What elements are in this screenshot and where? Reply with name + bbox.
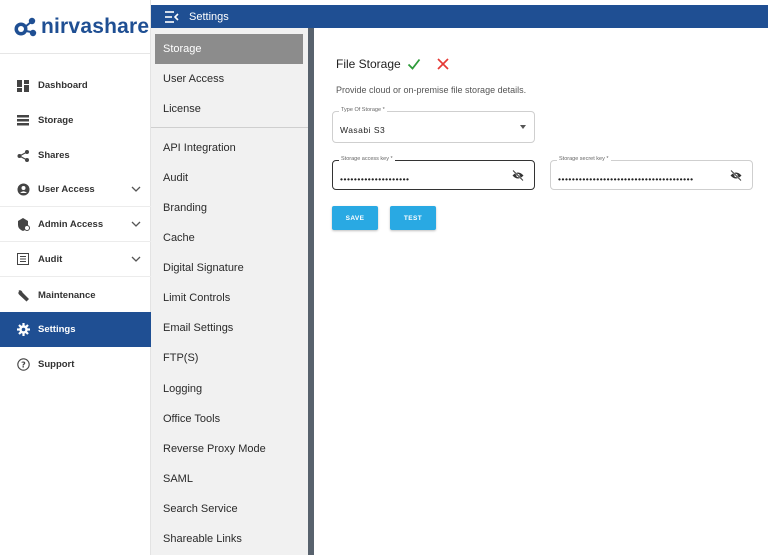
access-key-value: •••••••••••••••••••• xyxy=(340,174,410,184)
chevron-down-icon xyxy=(131,256,141,262)
settings-item-shareable-links[interactable]: Shareable Links xyxy=(151,524,308,554)
settings-menu: Storage User Access License API Integrat… xyxy=(151,28,314,555)
storage-list-icon xyxy=(16,114,30,128)
sidebar-item-audit[interactable]: Audit xyxy=(0,242,151,277)
settings-item-cache[interactable]: Cache xyxy=(151,223,308,253)
logo-share-icon xyxy=(14,17,37,36)
settings-item-office-tools[interactable]: Office Tools xyxy=(151,404,308,434)
settings-item-saml[interactable]: SAML xyxy=(151,464,308,494)
settings-item-logging[interactable]: Logging xyxy=(151,374,308,404)
settings-item-branding[interactable]: Branding xyxy=(151,193,308,223)
secret-key-value: ••••••••••••••••••••••••••••••••••••••• xyxy=(558,174,694,184)
sidebar-item-shares[interactable]: Shares xyxy=(0,138,151,173)
settings-item-audit[interactable]: Audit xyxy=(151,163,308,193)
sidebar-item-user-access[interactable]: User Access xyxy=(0,172,151,207)
gear-icon xyxy=(16,323,30,337)
sidebar-item-label: Audit xyxy=(38,253,63,265)
sidebar-item-label: Storage xyxy=(38,115,74,126)
admin-access-icon xyxy=(16,217,30,231)
sidebar-item-storage[interactable]: Storage xyxy=(0,103,151,138)
visibility-off-icon[interactable] xyxy=(730,170,742,181)
visibility-off-icon[interactable] xyxy=(512,170,524,181)
section-title: File Storage xyxy=(336,57,401,71)
settings-item-reverse-proxy-mode[interactable]: Reverse Proxy Mode xyxy=(151,434,308,464)
settings-item-email-settings[interactable]: Email Settings xyxy=(151,313,308,343)
sidebar-item-dashboard[interactable]: Dashboard xyxy=(0,68,151,103)
user-access-icon xyxy=(16,182,30,196)
sidebar-item-label: Support xyxy=(38,359,75,370)
help-icon: ? xyxy=(16,358,30,372)
app-logo[interactable]: nirvashare xyxy=(0,0,150,54)
section-description: Provide cloud or on-premise file storage… xyxy=(336,85,527,95)
settings-item-digital-signature[interactable]: Digital Signature xyxy=(151,253,308,283)
wrench-icon xyxy=(16,289,30,303)
chevron-down-icon xyxy=(131,221,141,227)
page-title: Settings xyxy=(189,10,229,23)
share-icon xyxy=(16,149,30,163)
settings-item-api-integration[interactable]: API Integration xyxy=(151,133,308,163)
settings-item-ftps[interactable]: FTP(S) xyxy=(151,343,308,373)
file-storage-form: File Storage Provide cloud or on-premise… xyxy=(320,28,768,555)
sidebar-item-settings[interactable]: Settings xyxy=(0,312,151,347)
main-sidebar: nirvashare Dashboard Storage Shares User… xyxy=(0,0,151,555)
audit-icon xyxy=(16,252,30,266)
storage-access-key-field[interactable]: Storage access key * •••••••••••••••••••… xyxy=(332,156,535,190)
save-button[interactable]: SAVE xyxy=(332,206,378,230)
sidebar-item-maintenance[interactable]: Maintenance xyxy=(0,278,151,313)
settings-menu-divider xyxy=(151,127,308,128)
sidebar-item-label: Shares xyxy=(38,150,70,161)
sidebar-item-label: User Access xyxy=(38,183,95,195)
storage-secret-key-field[interactable]: Storage secret key * •••••••••••••••••••… xyxy=(550,156,753,190)
chevron-down-icon xyxy=(131,186,141,192)
close-icon[interactable] xyxy=(437,58,449,70)
storage-type-value: Wasabi S3 xyxy=(340,125,386,135)
svg-text:?: ? xyxy=(21,360,26,369)
sidebar-item-label: Dashboard xyxy=(38,80,88,91)
sidebar-item-support[interactable]: ? Support xyxy=(0,347,151,382)
settings-item-storage[interactable]: Storage xyxy=(155,34,303,64)
sidebar-item-admin-access[interactable]: Admin Access xyxy=(0,207,151,242)
sidebar-item-label: Maintenance xyxy=(38,290,96,301)
dropdown-arrow-icon xyxy=(520,125,526,129)
sidebar-item-label: Settings xyxy=(38,324,76,335)
settings-item-user-access[interactable]: User Access xyxy=(151,64,308,94)
storage-type-select[interactable]: Type Of Storage * Wasabi S3 xyxy=(332,107,535,143)
settings-item-license[interactable]: License xyxy=(151,94,308,124)
access-key-label: Storage access key * xyxy=(339,156,395,162)
sidebar-item-label: Admin Access xyxy=(38,218,104,230)
top-bar: Settings xyxy=(151,5,768,28)
check-icon[interactable] xyxy=(407,57,421,71)
dashboard-icon xyxy=(16,79,30,93)
logo-text: nirvashare xyxy=(41,14,150,38)
menu-collapse-icon[interactable] xyxy=(165,10,179,23)
secret-key-label: Storage secret key * xyxy=(557,156,611,162)
test-button[interactable]: TEST xyxy=(390,206,436,230)
settings-item-limit-controls[interactable]: Limit Controls xyxy=(151,283,308,313)
storage-type-label: Type Of Storage * xyxy=(339,107,387,113)
settings-item-search-service[interactable]: Search Service xyxy=(151,494,308,524)
